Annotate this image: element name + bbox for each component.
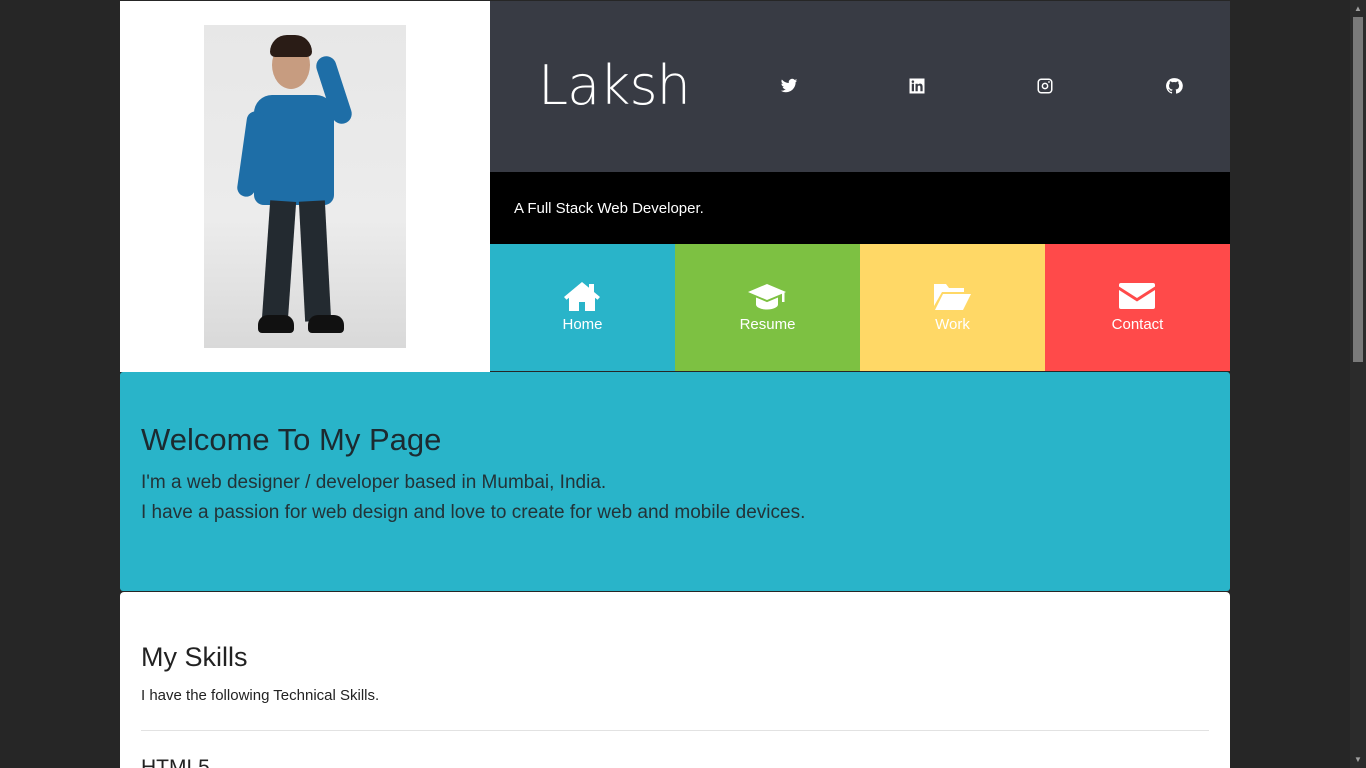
- skills-section: My Skills I have the following Technical…: [120, 592, 1230, 768]
- welcome-section: Welcome To My Page I'm a web designer / …: [120, 372, 1230, 591]
- welcome-line-1: I'm a web designer / developer based in …: [141, 472, 607, 493]
- tagline-bar: A Full Stack Web Developer.: [490, 172, 1230, 244]
- tagline: A Full Stack Web Developer.: [514, 200, 704, 217]
- nav-tile-label: Resume: [739, 316, 796, 333]
- nav-tile-label: Contact: [1111, 316, 1164, 333]
- scroll-down-icon[interactable]: ▼: [1350, 751, 1366, 768]
- skills-description: I have the following Technical Skills.: [141, 687, 380, 704]
- home-icon: [564, 282, 600, 311]
- page-container: Laksh A Full Stack Web Developer. Home R…: [120, 0, 1230, 768]
- welcome-title: Welcome To My Page: [141, 422, 442, 457]
- linkedin-icon[interactable]: [908, 77, 928, 97]
- nav-tiles: Home Resume Work Contact: [490, 244, 1230, 371]
- nav-tile-contact[interactable]: Contact: [1045, 244, 1230, 371]
- skills-title: My Skills: [141, 642, 248, 672]
- folder-open-icon: [934, 284, 971, 310]
- scrollbar-thumb[interactable]: [1353, 17, 1363, 362]
- skill-name: HTML5: [141, 756, 210, 768]
- page-scrollbar[interactable]: ▲ ▼: [1350, 0, 1366, 768]
- skills-divider: [141, 730, 1209, 731]
- nav-tile-label: Work: [935, 316, 970, 333]
- nav-tile-label: Home: [562, 316, 603, 333]
- twitter-icon[interactable]: [780, 77, 800, 97]
- scroll-up-icon[interactable]: ▲: [1350, 0, 1366, 17]
- instagram-icon[interactable]: [1036, 77, 1056, 97]
- site-name: Laksh: [538, 54, 691, 117]
- profile-photo-frame: [120, 0, 490, 372]
- nav-tile-resume[interactable]: Resume: [675, 244, 860, 371]
- envelope-icon: [1119, 283, 1155, 309]
- nav-tile-work[interactable]: Work: [860, 244, 1045, 371]
- graduation-cap-icon: [748, 284, 786, 310]
- nav-tile-home[interactable]: Home: [490, 244, 675, 371]
- github-icon[interactable]: [1165, 77, 1185, 97]
- profile-photo: [204, 25, 406, 348]
- site-header: Laksh: [490, 0, 1230, 172]
- welcome-line-2: I have a passion for web design and love…: [141, 502, 806, 523]
